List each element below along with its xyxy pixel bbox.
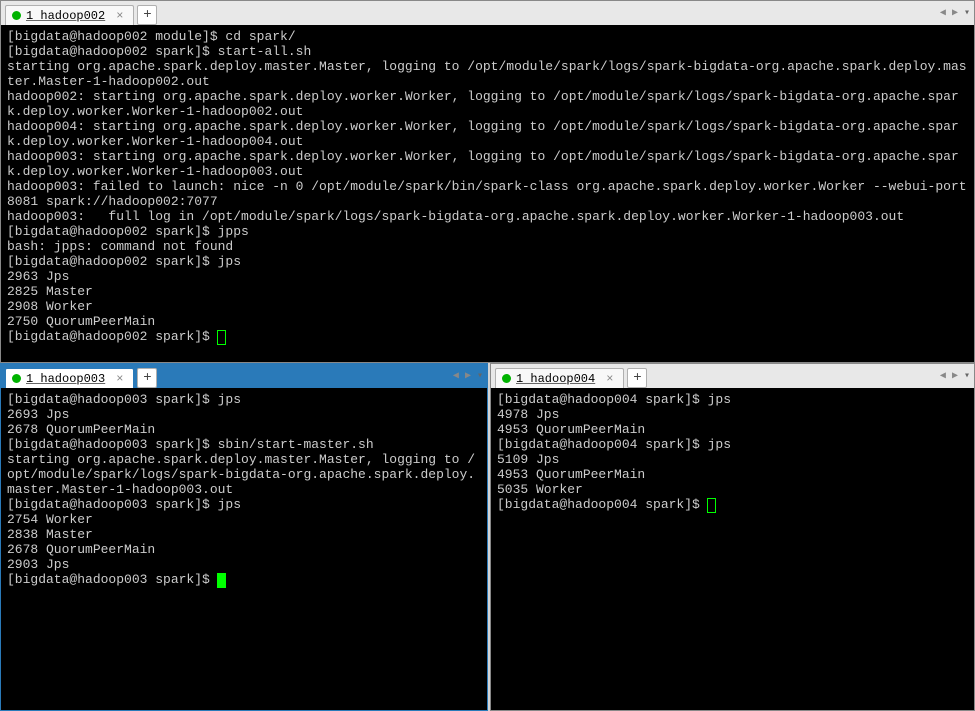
tabbar-controls: ◀ ▶ ▾ bbox=[453, 364, 483, 388]
new-tab-button[interactable]: + bbox=[137, 368, 157, 388]
pane-hadoop004: 1 hadoop004 × + ◀ ▶ ▾ [bigdata@hadoop004… bbox=[490, 363, 975, 711]
tab-hadoop003[interactable]: 1 hadoop003 × bbox=[5, 368, 134, 388]
pane-hadoop002: 1 hadoop002 × + ◀ ▶ ▾ [bigdata@hadoop002… bbox=[0, 0, 975, 363]
dropdown-icon[interactable]: ▾ bbox=[477, 370, 483, 382]
close-icon[interactable]: × bbox=[606, 372, 613, 386]
tabbar-right: 1 hadoop004 × + ◀ ▶ ▾ bbox=[491, 364, 974, 388]
nav-left-icon[interactable]: ◀ bbox=[940, 7, 946, 19]
tabbar-controls: ◀ ▶ ▾ bbox=[940, 1, 970, 25]
close-icon[interactable]: × bbox=[116, 372, 123, 386]
nav-right-icon[interactable]: ▶ bbox=[952, 370, 958, 382]
nav-right-icon[interactable]: ▶ bbox=[952, 7, 958, 19]
nav-right-icon[interactable]: ▶ bbox=[465, 370, 471, 382]
pane-hadoop003: 1 hadoop003 × + ◀ ▶ ▾ [bigdata@hadoop003… bbox=[0, 363, 488, 711]
tab-hadoop002[interactable]: 1 hadoop002 × bbox=[5, 5, 134, 25]
tabbar-top: 1 hadoop002 × + ◀ ▶ ▾ bbox=[1, 1, 974, 25]
new-tab-button[interactable]: + bbox=[627, 368, 647, 388]
tab-label: 1 hadoop003 bbox=[26, 372, 105, 386]
plus-icon: + bbox=[143, 370, 151, 386]
dropdown-icon[interactable]: ▾ bbox=[964, 7, 970, 19]
nav-left-icon[interactable]: ◀ bbox=[453, 370, 459, 382]
status-dot-icon bbox=[12, 11, 21, 20]
terminal-hadoop003[interactable]: [bigdata@hadoop003 spark]$ jps 2693 Jps … bbox=[1, 388, 487, 710]
tabbar-left: 1 hadoop003 × + ◀ ▶ ▾ bbox=[1, 364, 487, 388]
tab-label: 1 hadoop002 bbox=[26, 9, 105, 23]
tab-label: 1 hadoop004 bbox=[516, 372, 595, 386]
dropdown-icon[interactable]: ▾ bbox=[964, 370, 970, 382]
nav-left-icon[interactable]: ◀ bbox=[940, 370, 946, 382]
status-dot-icon bbox=[12, 374, 21, 383]
close-icon[interactable]: × bbox=[116, 9, 123, 23]
status-dot-icon bbox=[502, 374, 511, 383]
terminal-hadoop004[interactable]: [bigdata@hadoop004 spark]$ jps 4978 Jps … bbox=[491, 388, 974, 710]
plus-icon: + bbox=[633, 370, 641, 386]
tabbar-controls: ◀ ▶ ▾ bbox=[940, 364, 970, 388]
new-tab-button[interactable]: + bbox=[137, 5, 157, 25]
plus-icon: + bbox=[143, 7, 151, 23]
terminal-hadoop002[interactable]: [bigdata@hadoop002 module]$ cd spark/ [b… bbox=[1, 25, 974, 362]
tab-hadoop004[interactable]: 1 hadoop004 × bbox=[495, 368, 624, 388]
